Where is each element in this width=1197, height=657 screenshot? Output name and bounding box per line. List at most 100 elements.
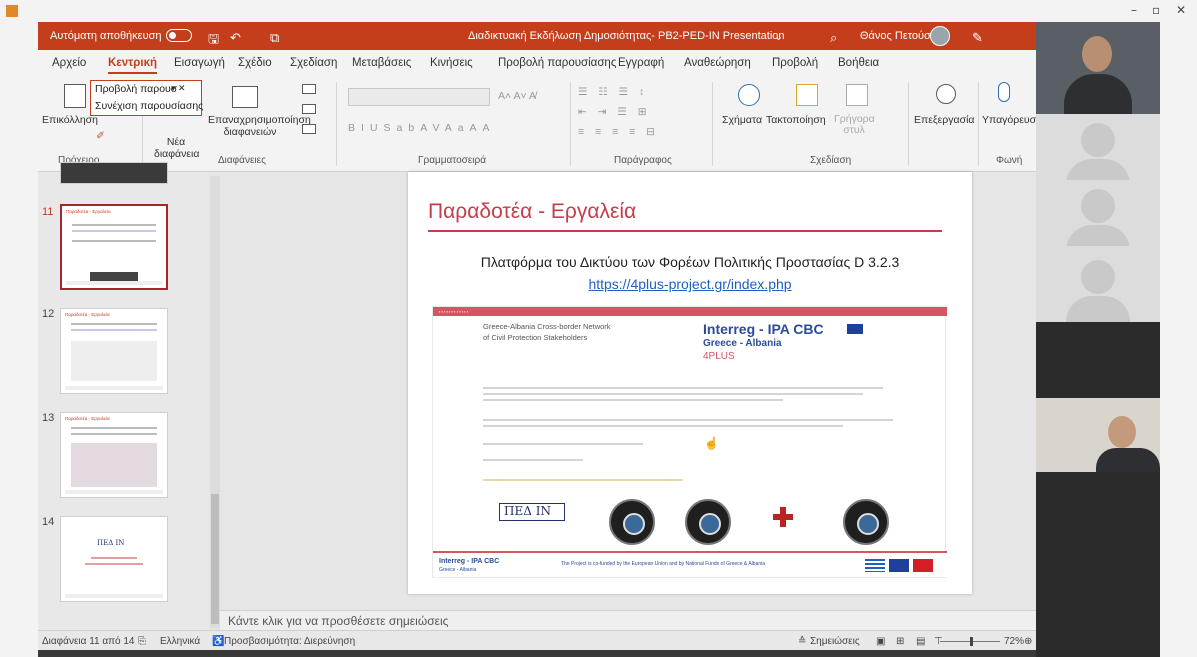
tab-design[interactable]: Σχέδιο (238, 57, 272, 69)
editing-icon[interactable] (936, 84, 956, 104)
zoom-level[interactable]: 72% (1004, 636, 1024, 647)
align-icons[interactable]: ≡ ≡ ≡ ≡ ⊟ (578, 126, 659, 138)
powerpoint-window: Αυτόματη αποθήκευση 🖫 ↶ ⧉ Διαδικτυακή Εκ… (38, 22, 1042, 650)
thumbnail-slide-12[interactable]: Παραδοτέα - Εργαλεία (60, 308, 168, 394)
thumbnail-number: 14 (42, 516, 55, 528)
arrange-icon[interactable] (796, 84, 818, 106)
app-icon (6, 5, 18, 17)
tab-animations[interactable]: Κινήσεις (430, 57, 473, 69)
status-bar: Διαφάνεια 11 από 14 ⎘ Ελληνικά ♿ Προσβασ… (38, 630, 1036, 650)
layout-icon[interactable] (302, 84, 316, 94)
albania-flag (913, 559, 933, 572)
police-seal-2 (685, 499, 731, 545)
quick-styles-button[interactable]: Γρήγορα στυλ (834, 114, 875, 136)
normal-view-icon[interactable]: ▣ (876, 636, 885, 647)
maximize-button[interactable]: ▫ (1152, 3, 1160, 17)
website-footer: Interreg - IPA CBC Greece - Albania The … (433, 551, 947, 577)
language-indicator[interactable]: Ελληνικά (160, 636, 200, 647)
tab-record[interactable]: Εγγραφή (618, 57, 664, 69)
formatting-buttons[interactable]: BIUSabAVAaAA (348, 122, 496, 134)
undo-icon[interactable]: ↶ (230, 30, 241, 46)
dropdown-item-resume[interactable]: Συνέχιση παρουσίασης (95, 100, 203, 112)
quick-styles-icon[interactable] (846, 84, 868, 106)
tab-slideshow[interactable]: Προβολή παρουσίασης (498, 57, 616, 69)
reuse-slides-button[interactable]: Επαναχρησιμοποίηση διαφανειών (208, 114, 311, 138)
slide-sorter-icon[interactable]: ⊞ (896, 636, 904, 647)
police-seal-1 (609, 499, 655, 545)
website-heading: Greece-Albania Cross-border Network of C… (483, 322, 611, 342)
empty-tile (1036, 472, 1160, 657)
tab-home[interactable]: Κεντρική (108, 57, 158, 74)
reading-view-icon[interactable]: ▤ (916, 636, 925, 647)
notes-icon[interactable]: ≙ (798, 636, 806, 647)
group-drawing: Σχεδίαση (810, 155, 852, 166)
grow-font-icon[interactable]: A˄ A˅ A̸ (498, 90, 536, 102)
slideshow-dropdown[interactable]: Προβολή παρουσ ▾ ✕ Συνέχιση παρουσίασης (90, 80, 203, 116)
section-icon[interactable] (302, 124, 316, 134)
pen-icon[interactable]: ✎ (972, 30, 983, 46)
format-painter-icon[interactable]: ✐ (96, 130, 105, 142)
participant-tile-2 (1036, 114, 1160, 185)
slide-counter: Διαφάνεια 11 από 14 (42, 636, 135, 647)
document-title-caret[interactable]: ⌄ (774, 30, 783, 43)
thumbnail-number: 13 (42, 412, 55, 424)
tab-review[interactable]: Αναθεώρηση (684, 57, 751, 69)
autosave-toggle[interactable] (166, 29, 192, 42)
close-window-button[interactable]: ✕ (1176, 3, 1186, 17)
thumbnail-slide-14[interactable]: ΠΕΔ IN (60, 516, 168, 602)
tab-transitions[interactable]: Μεταβάσεις (352, 57, 411, 69)
participant-video-5 (1036, 398, 1160, 472)
participant-tile-4 (1036, 246, 1160, 322)
shapes-button[interactable]: Σχήματα (722, 114, 762, 126)
tab-file[interactable]: Αρχείο (52, 57, 86, 69)
start-from-beginning-icon[interactable]: ⧉ (270, 30, 279, 46)
search-icon[interactable]: ⌕ (830, 30, 837, 46)
indent-icons[interactable]: ⇤ ⇥ ☰ ⊞ (578, 106, 651, 118)
paste-icon[interactable] (64, 84, 86, 108)
reuse-slides-icon[interactable] (232, 86, 258, 108)
slide-link[interactable]: https://4plus-project.gr/index.php (408, 276, 972, 292)
outer-window-bar: – ▫ ✕ (0, 0, 1197, 22)
thumbnail-slide-13[interactable]: Παραδοτέα - Εργαλεία (60, 412, 168, 498)
thumbnail-number: 12 (42, 308, 55, 320)
editing-button[interactable]: Επεξεργασία (914, 114, 975, 126)
editor-area: 11 Παραδοτέα - Εργαλεία 12 Παραδοτέα - Ε… (38, 162, 1036, 630)
user-avatar[interactable] (930, 26, 950, 46)
dictate-button[interactable]: Υπαγόρευση (982, 114, 1042, 126)
fit-to-window-icon[interactable]: ⊕ (1024, 636, 1032, 647)
thumbnail-previous[interactable] (60, 162, 168, 184)
bullets-icons[interactable]: ☰ ☷ ☰ ↕ (578, 86, 648, 98)
group-voice: Φωνή (996, 155, 1023, 166)
arrange-button[interactable]: Τακτοποίηση (766, 114, 826, 126)
title-rule (428, 230, 942, 232)
slide-title[interactable]: Παραδοτέα - Εργαλεία (428, 200, 636, 224)
spellcheck-icon[interactable]: ⎘ (138, 636, 146, 647)
microphone-icon[interactable] (998, 82, 1010, 102)
participant-tile-3 (1036, 180, 1160, 251)
minimize-button[interactable]: – (1131, 3, 1137, 17)
tab-view[interactable]: Προβολή (772, 57, 818, 69)
tab-help[interactable]: Βοήθεια (838, 57, 879, 69)
dropdown-item-play[interactable]: Προβολή παρουσ (95, 83, 177, 95)
new-slide-button[interactable]: Νέα διαφάνεια (154, 136, 199, 160)
ribbon-tabs: Αρχείο Κεντρική Εισαγωγή Σχέδιο Σχεδίαση… (38, 50, 1036, 76)
save-icon[interactable]: 🖫 (208, 30, 219, 52)
police-seal-3 (843, 499, 889, 545)
dropdown-close-icon[interactable]: ▾ ✕ (171, 83, 186, 94)
thumbnail-slide-11[interactable]: Παραδοτέα - Εργαλεία (60, 204, 168, 290)
footer-interreg-logo: Interreg - IPA CBC Greece - Albania (439, 558, 500, 573)
notes-toggle[interactable]: Σημειώσεις (810, 636, 860, 647)
slide-canvas[interactable]: Παραδοτέα - Εργαλεία Πλατφόρμα του Δικτύ… (408, 172, 972, 594)
shapes-icon[interactable] (738, 84, 760, 106)
accessibility-status[interactable]: Προσβασιμότητα: Διερεύνηση (224, 636, 355, 647)
notes-pane[interactable]: Κάντε κλικ για να προσθέσετε σημειώσεις (220, 610, 1036, 630)
tab-insert[interactable]: Εισαγωγή (174, 57, 225, 69)
font-family-box[interactable] (348, 88, 490, 106)
accessibility-icon[interactable]: ♿ (212, 636, 224, 647)
thumbnail-scrollbar[interactable] (210, 176, 220, 628)
tab-draw[interactable]: Σχεδίαση (290, 57, 337, 69)
slide-subtitle[interactable]: Πλατφόρμα του Δικτύου των Φορέων Πολιτικ… (408, 254, 972, 270)
reset-icon[interactable] (302, 104, 316, 114)
autosave-label: Αυτόματη αποθήκευση (50, 30, 162, 42)
zoom-slider[interactable] (940, 637, 1000, 646)
